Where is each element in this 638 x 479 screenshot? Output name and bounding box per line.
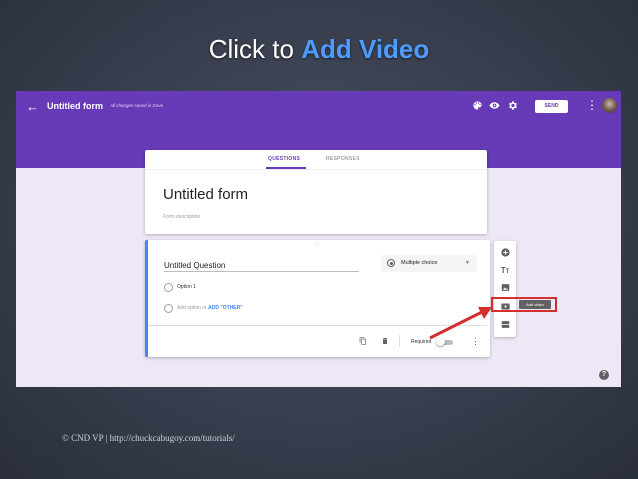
slide-title-prefix: Click to (208, 34, 302, 64)
slide-title-accent: Add Video (301, 34, 430, 64)
forms-screenshot: ← Untitled form All changes saved in Dri… (16, 91, 621, 387)
footer-credit: © CND VP | http://chuckcabugoy.com/tutor… (62, 433, 235, 443)
slide-title: Click to Add Video (0, 34, 638, 65)
arrow-shaft (429, 310, 483, 340)
pointer-arrow (429, 307, 492, 340)
